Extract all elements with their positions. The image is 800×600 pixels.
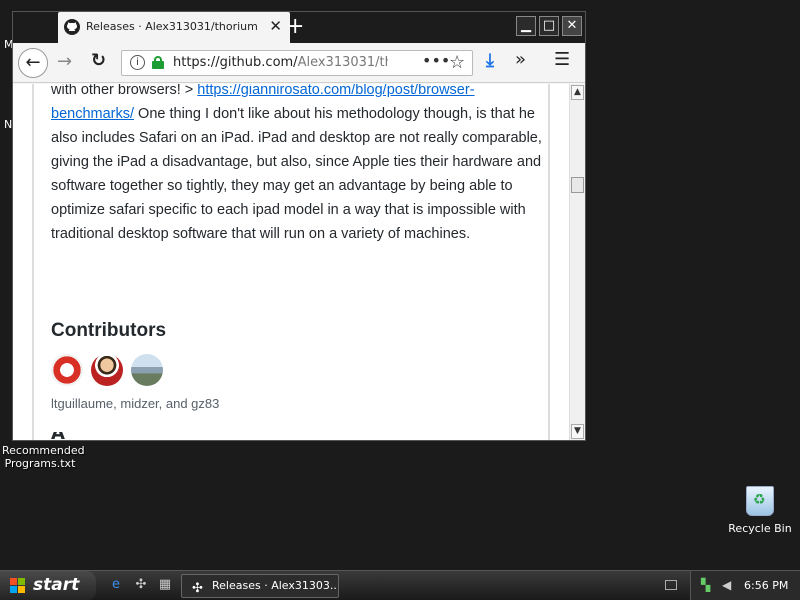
recycle-bin-icon: ♻	[746, 486, 774, 516]
desktop-icon-fragment: N	[4, 118, 13, 131]
reload-icon[interactable]: ↻	[91, 50, 106, 71]
download-icon[interactable]: ⤓	[486, 50, 494, 71]
plus-icon[interactable]: +	[286, 14, 304, 39]
nav-toolbar: ← → ↻ i https://github.com/Alex313031/th…	[13, 43, 585, 83]
github-icon	[64, 19, 80, 35]
tab-title: Releases · Alex313031/thorium	[86, 20, 258, 33]
lock-icon	[152, 56, 164, 69]
release-notes-paragraph: with other browsers! > https://gianniros…	[51, 84, 547, 246]
more-icon[interactable]: •••	[422, 51, 450, 70]
url-host: https://github.com/	[173, 55, 298, 70]
network-icon[interactable]: ▚	[701, 578, 710, 592]
cut-off-heading: A	[51, 432, 91, 440]
avatar[interactable]	[131, 354, 163, 386]
maximize-icon[interactable]: □	[539, 16, 559, 36]
tab-releases[interactable]: Releases · Alex313031/thorium ✕	[58, 12, 290, 43]
contributors-heading: Contributors	[51, 320, 167, 341]
avatar[interactable]	[91, 354, 123, 386]
windows-flag-icon	[10, 578, 26, 594]
system-tray: ▚ ◀ 6:56 PM	[690, 571, 800, 600]
url-bar[interactable]: i https://github.com/Alex313031/thori ••…	[121, 50, 473, 76]
taskbar-window-label: Releases · Alex31303...	[212, 579, 339, 592]
clock[interactable]: 6:56 PM	[744, 579, 788, 592]
page-viewport: with other browsers! > https://gianniros…	[13, 84, 569, 440]
release-body: with other browsers! > https://gianniros…	[32, 84, 550, 440]
scrollbar[interactable]: ▲ ▼	[569, 84, 585, 440]
tab-bar: Releases · Alex313031/thorium ✕ + ▁ □ ✕	[13, 12, 585, 43]
forward-icon[interactable]: →	[57, 51, 72, 72]
close-icon[interactable]: ✕	[269, 17, 282, 35]
start-button[interactable]: start	[0, 571, 96, 600]
keyboard-icon[interactable]	[665, 580, 677, 590]
recycle-bin[interactable]: ♻ Recycle Bin	[728, 486, 792, 535]
close-icon[interactable]: ✕	[562, 16, 582, 36]
browser-window: Releases · Alex313031/thorium ✕ + ▁ □ ✕ …	[12, 11, 586, 441]
url-path: Alex313031/thori	[297, 55, 388, 70]
info-icon[interactable]: i	[130, 55, 145, 70]
desktop-file-label: Recommended Programs.txt	[2, 444, 85, 470]
taskbar-window-button[interactable]: ✣ Releases · Alex31303...	[181, 574, 339, 598]
minimize-icon[interactable]: ▁	[516, 16, 536, 36]
start-label: start	[33, 575, 80, 595]
desktop-file-recommended-programs[interactable]: Recommended Programs.txt	[2, 444, 85, 470]
ie-icon[interactable]: e	[108, 577, 124, 593]
overflow-chevron-icon[interactable]: »	[515, 49, 526, 70]
scroll-thumb[interactable]	[571, 177, 584, 193]
scroll-up-icon[interactable]: ▲	[571, 85, 584, 100]
avatar[interactable]	[51, 354, 83, 386]
browser-icon: ✣	[192, 581, 203, 596]
taskbar: start e ✣ ▦ ✣ Releases · Alex31303... ▚ …	[0, 570, 800, 600]
url-text[interactable]: https://github.com/Alex313031/thori	[173, 55, 388, 70]
menu-icon[interactable]: ☰	[554, 49, 570, 70]
cut-heading-text: A	[51, 432, 91, 440]
recycle-bin-label: Recycle Bin	[728, 522, 792, 535]
speaker-icon[interactable]: ◀	[722, 578, 731, 592]
paragraph-lead: with other browsers! >	[51, 84, 198, 98]
back-icon[interactable]: ←	[18, 48, 48, 78]
paragraph-rest: One thing I don't like about his methodo…	[51, 106, 542, 242]
media-icon[interactable]: ✣	[133, 577, 149, 593]
bookmark-star-icon[interactable]: ☆	[449, 52, 465, 73]
media-icon[interactable]: ▦	[157, 577, 173, 593]
scroll-down-icon[interactable]: ▼	[571, 424, 584, 439]
contributor-names[interactable]: ltguillaume, midzer, and gz83	[51, 396, 219, 411]
